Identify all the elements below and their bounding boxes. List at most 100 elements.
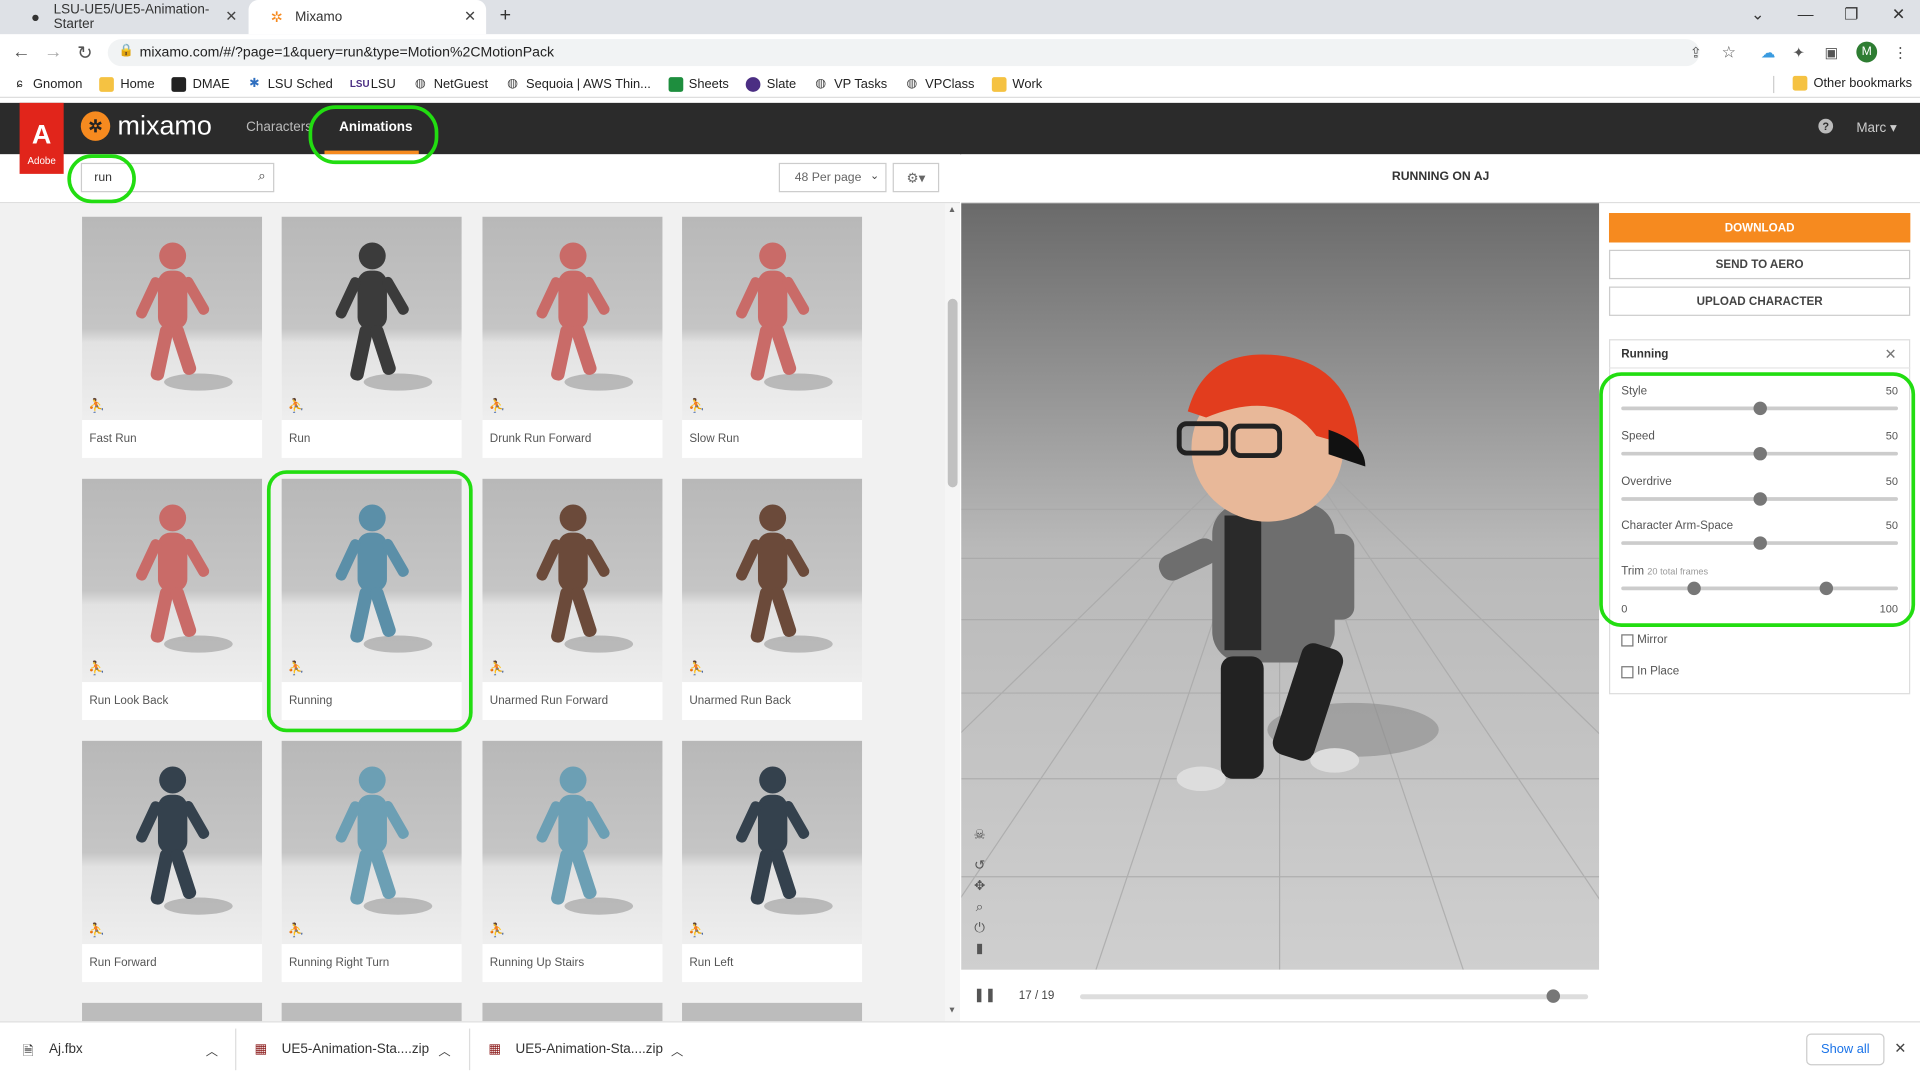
animation-card[interactable]: ⛹ Unarmed Run Forward: [482, 478, 663, 721]
close-downloads-icon[interactable]: ✕: [1894, 1040, 1906, 1057]
close-window-icon[interactable]: ✕: [1892, 5, 1905, 25]
zoom-icon[interactable]: ⌕: [970, 898, 990, 919]
download-item-zip-1[interactable]: ▦ UE5-Animation-Sta....zip: [252, 1041, 429, 1058]
chevron-up-icon[interactable]: ︿: [438, 1041, 450, 1059]
bookmark-dmae[interactable]: DMAE: [171, 76, 230, 92]
animation-card[interactable]: ⛹ Run Look Back: [82, 478, 263, 721]
bookmark-work[interactable]: Work: [991, 76, 1042, 92]
profile-avatar[interactable]: M: [1856, 41, 1878, 63]
pan-icon[interactable]: ✥: [970, 877, 990, 898]
back-icon[interactable]: ←: [12, 42, 30, 63]
close-tab-icon[interactable]: ✕: [464, 7, 476, 24]
browser-tab-github[interactable]: ● LSU-UE5/UE5-Animation-Starter ✕: [7, 0, 247, 34]
bookmark-sheets[interactable]: Sheets: [667, 76, 729, 92]
chevron-up-icon[interactable]: ︿: [206, 1041, 218, 1059]
reload-icon[interactable]: ↻: [77, 42, 92, 64]
send-to-aero-button[interactable]: SEND TO AERO: [1608, 249, 1911, 280]
checkbox-box[interactable]: [1621, 665, 1634, 678]
bookmark-star-icon[interactable]: ☆: [1722, 43, 1736, 63]
forward-icon[interactable]: →: [44, 42, 62, 63]
camera-icon[interactable]: ▮: [970, 939, 990, 960]
timeline-track[interactable]: [1080, 994, 1589, 1000]
side-panel-icon[interactable]: ▣: [1825, 44, 1839, 61]
share-icon[interactable]: ⇪: [1690, 44, 1702, 61]
figure-silhouette: [335, 766, 433, 915]
help-icon[interactable]: ?: [1818, 118, 1834, 134]
animation-card[interactable]: ⛹ Running Right Turn: [281, 740, 462, 983]
cloud-extension-icon[interactable]: ☁: [1761, 44, 1776, 61]
bookmark-netguest[interactable]: ◍ NetGuest: [413, 77, 488, 92]
animation-thumbnail[interactable]: ⛹: [482, 216, 663, 421]
bookmark-vp-tasks[interactable]: ◍ VP Tasks: [813, 77, 887, 92]
animation-card[interactable]: ⛹ Running Up Stairs: [482, 740, 663, 983]
animation-card[interactable]: ⛹ Run: [281, 216, 462, 458]
download-item-zip-2[interactable]: ▦ UE5-Animation-Sta....zip: [486, 1041, 663, 1058]
download-button[interactable]: DOWNLOAD: [1608, 213, 1911, 243]
browser-tab-mixamo[interactable]: ✲ Mixamo ✕: [248, 0, 487, 35]
in-place-checkbox[interactable]: In Place: [1621, 665, 1679, 678]
animation-thumbnail[interactable]: ⛹: [682, 478, 863, 683]
user-menu[interactable]: Marc ▾: [1856, 120, 1896, 136]
animation-thumbnail[interactable]: ⛹: [281, 216, 462, 421]
scroll-down-arrow[interactable]: ▼: [948, 1007, 956, 1016]
animation-thumbnail[interactable]: ⛹: [482, 478, 663, 683]
tab-search-icon[interactable]: ⌄: [1751, 5, 1764, 25]
animation-thumbnail[interactable]: ⛹: [82, 478, 263, 683]
new-tab-button[interactable]: +: [500, 5, 511, 27]
bookmark-lsu-sched[interactable]: ✱ LSU Sched: [247, 77, 333, 92]
animation-card-partial[interactable]: [281, 1002, 462, 1022]
character-viewport[interactable]: [961, 203, 1600, 970]
animation-card-partial[interactable]: [82, 1002, 263, 1022]
close-icon[interactable]: ✕: [1885, 345, 1897, 362]
reset-view-icon[interactable]: ↺: [970, 856, 990, 877]
url-field[interactable]: 🔒 mixamo.com/#/?page=1&query=run&type=Mo…: [107, 39, 1700, 67]
animation-thumbnail[interactable]: ⛹: [281, 740, 462, 945]
animation-thumbnail[interactable]: ⛹: [682, 216, 863, 421]
minimize-icon[interactable]: —: [1798, 5, 1814, 23]
checkbox-box[interactable]: [1621, 633, 1634, 646]
animation-card[interactable]: ⛹ Slow Run: [682, 216, 863, 458]
motion-icon: ⛹: [488, 661, 506, 676]
bookmark-slate[interactable]: Slate: [745, 76, 796, 92]
download-item-aj-fbx[interactable]: 🗎 Aj.fbx: [20, 1041, 83, 1059]
search-icon[interactable]: ⌕: [258, 169, 266, 185]
bookmark-home[interactable]: Home: [99, 76, 155, 92]
motion-icon: ⛹: [488, 923, 506, 938]
bookmark-gnomon[interactable]: ɕ Gnomon: [12, 77, 83, 92]
grid-scrollbar-thumb[interactable]: [947, 298, 958, 488]
animation-thumbnail[interactable]: ⛹: [482, 740, 663, 945]
upload-character-button[interactable]: UPLOAD CHARACTER: [1608, 286, 1911, 316]
pause-button[interactable]: ❚❚: [973, 987, 996, 1003]
animation-thumbnail[interactable]: ⛹: [682, 740, 863, 945]
adobe-logo[interactable]: A Adobe: [19, 102, 64, 174]
motion-icon: ⛹: [688, 399, 705, 414]
bookmark-sequoia[interactable]: ◍ Sequoia | AWS Thin...: [505, 77, 651, 92]
settings-gear-button[interactable]: ⚙ ▾: [892, 162, 940, 193]
animation-card[interactable]: ⛹ Unarmed Run Back: [682, 478, 863, 721]
per-page-select[interactable]: 48 Per page ⌄: [778, 162, 887, 193]
animation-thumbnail[interactable]: ⛹: [82, 740, 263, 945]
mirror-checkbox[interactable]: Mirror: [1621, 633, 1668, 647]
animation-card-partial[interactable]: [482, 1002, 663, 1022]
animation-thumbnail[interactable]: ⛹: [82, 216, 263, 421]
extensions-icon[interactable]: ✦: [1793, 44, 1805, 61]
restore-icon[interactable]: ❐: [1844, 5, 1858, 25]
nav-characters[interactable]: Characters: [246, 120, 312, 135]
animation-card-partial[interactable]: [682, 1002, 863, 1022]
skeleton-icon[interactable]: ☠: [970, 825, 990, 846]
timeline-scrubber[interactable]: [1546, 989, 1560, 1003]
scroll-up-arrow[interactable]: ▲: [948, 206, 956, 215]
mixamo-logo[interactable]: ✲ mixamo: [80, 110, 212, 142]
power-icon[interactable]: ⏻: [970, 918, 990, 939]
animation-card[interactable]: ⛹ Run Forward: [82, 740, 263, 983]
animation-card[interactable]: ⛹ Run Left: [682, 740, 863, 983]
other-bookmarks[interactable]: Other bookmarks: [1792, 75, 1912, 91]
chevron-up-icon[interactable]: ︿: [671, 1041, 683, 1059]
animation-card[interactable]: ⛹ Drunk Run Forward: [482, 216, 663, 458]
show-all-downloads-button[interactable]: Show all: [1806, 1033, 1885, 1066]
browser-menu-icon[interactable]: ⋮: [1893, 44, 1908, 61]
animation-card[interactable]: ⛹ Fast Run: [82, 216, 263, 458]
close-tab-icon[interactable]: ✕: [225, 7, 237, 24]
bookmark-vpclass[interactable]: ◍ VPClass: [904, 77, 974, 92]
bookmark-lsu[interactable]: LSU LSU: [350, 77, 396, 92]
